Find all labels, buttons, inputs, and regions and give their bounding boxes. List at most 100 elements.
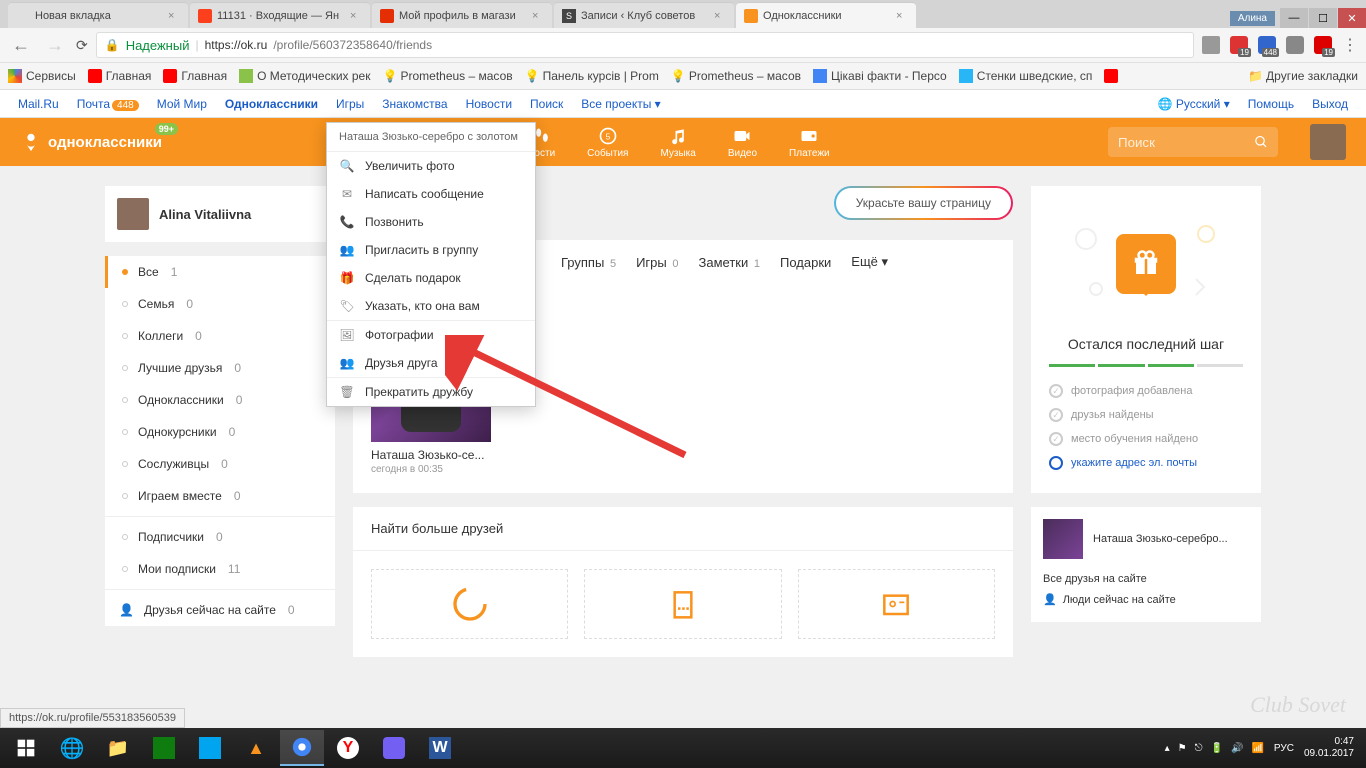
check-item-todo[interactable]: укажите адрес эл. почты bbox=[1049, 451, 1243, 475]
ctx-message[interactable]: ✉Написать сообщение bbox=[327, 180, 535, 208]
tab-notes[interactable]: Заметки 1 bbox=[699, 255, 760, 270]
filter-coworkers[interactable]: Сослуживцы 0 bbox=[105, 448, 335, 480]
bookmark-item[interactable]: 💡Prometheus – масов bbox=[671, 69, 801, 83]
filter-best[interactable]: Лучшие друзья 0 bbox=[105, 352, 335, 384]
find-box[interactable] bbox=[584, 569, 781, 639]
reload-button[interactable]: ⟳ bbox=[76, 37, 88, 54]
tray-language[interactable]: РУС bbox=[1274, 743, 1294, 754]
browser-tab[interactable]: Мой профиль в магази× bbox=[372, 2, 552, 28]
search-input[interactable] bbox=[1118, 135, 1254, 150]
maximize-button[interactable]: ☐ bbox=[1309, 8, 1337, 28]
tab-groups[interactable]: Группы 5 bbox=[561, 255, 616, 270]
minimize-button[interactable]: — bbox=[1280, 8, 1308, 28]
bookmark-item[interactable]: 💡Prometheus – масов bbox=[382, 69, 512, 83]
bookmark-item[interactable]: Главная bbox=[88, 69, 152, 83]
taskbar-ie[interactable]: 🌐 bbox=[50, 730, 94, 766]
close-icon[interactable]: × bbox=[532, 10, 544, 22]
tray-icon[interactable]: ⚑ bbox=[1178, 743, 1187, 754]
tab-games[interactable]: Игры 0 bbox=[636, 255, 678, 270]
url-field[interactable]: 🔒 Надежный | https://ok.ru/profile/56037… bbox=[96, 32, 1194, 58]
nav-music[interactable]: Музыка bbox=[644, 122, 711, 163]
adblock-icon[interactable]: 19 bbox=[1314, 36, 1332, 54]
taskbar-word[interactable]: W bbox=[418, 730, 462, 766]
profile-card[interactable]: Alina Vitaliivna bbox=[105, 186, 335, 242]
feed-link[interactable]: Все друзья на сайте bbox=[1043, 569, 1249, 589]
ctx-gift[interactable]: 🎁Сделать подарок bbox=[327, 264, 535, 292]
tab-more[interactable]: Ещё ▾ bbox=[851, 254, 888, 270]
bookmark-item[interactable]: Цікаві факти - Персо bbox=[813, 69, 947, 83]
mailru-link[interactable]: Знакомства bbox=[382, 97, 447, 111]
mailru-link[interactable]: Мой Мир bbox=[157, 97, 207, 111]
close-icon[interactable]: × bbox=[168, 10, 180, 22]
apps-button[interactable]: Сервисы bbox=[8, 69, 76, 83]
other-bookmarks[interactable]: 📁Другие закладки bbox=[1248, 69, 1358, 83]
filter-family[interactable]: Семья 0 bbox=[105, 288, 335, 320]
ok-logo[interactable]: одноклассники 99+ bbox=[20, 131, 162, 153]
tab-gifts[interactable]: Подарки bbox=[780, 255, 831, 270]
taskbar-chrome[interactable] bbox=[280, 730, 324, 766]
find-box[interactable] bbox=[798, 569, 995, 639]
ctx-tag[interactable]: 🏷Указать, кто она вам bbox=[327, 292, 535, 320]
close-icon[interactable]: × bbox=[714, 10, 726, 22]
nav-events[interactable]: 5События bbox=[571, 122, 644, 163]
back-button[interactable]: ← bbox=[8, 35, 34, 56]
filter-online[interactable]: 👤Друзья сейчас на сайте 0 bbox=[105, 594, 335, 626]
taskbar-vlc[interactable]: ▲ bbox=[234, 730, 278, 766]
exit-link[interactable]: Выход bbox=[1312, 97, 1348, 111]
filter-colleagues[interactable]: Коллеги 0 bbox=[105, 320, 335, 352]
bookmark-item[interactable] bbox=[1104, 69, 1118, 83]
taskbar-yandex[interactable]: Y bbox=[326, 730, 370, 766]
tray-clock[interactable]: 0:47 09.01.2017 bbox=[1304, 736, 1354, 760]
feed-link[interactable]: 👤Люди сейчас на сайте bbox=[1043, 589, 1249, 610]
tray-battery-icon[interactable]: 🔋 bbox=[1211, 743, 1223, 754]
decorate-button[interactable]: Украсьте вашу страницу bbox=[834, 186, 1013, 220]
browser-tab[interactable]: SЗаписи ‹ Клуб советов× bbox=[554, 2, 734, 28]
feed-friend[interactable]: Наташа Зюзько-серебро... bbox=[1043, 519, 1249, 559]
browser-tab[interactable]: 11131 · Входящие — Ян× bbox=[190, 2, 370, 28]
taskbar-viber[interactable] bbox=[372, 730, 416, 766]
browser-tab[interactable]: Новая вкладка× bbox=[8, 2, 188, 28]
mailru-link[interactable]: Почта448 bbox=[77, 97, 139, 111]
menu-icon[interactable]: ⋮ bbox=[1342, 35, 1358, 55]
extension-icon[interactable] bbox=[1286, 36, 1304, 54]
extension-icon[interactable]: 19 bbox=[1230, 36, 1248, 54]
close-icon[interactable]: × bbox=[350, 10, 362, 22]
mailru-link-active[interactable]: Одноклассники bbox=[225, 97, 318, 111]
tray-volume-icon[interactable]: 🔊 bbox=[1231, 743, 1243, 754]
bookmark-item[interactable]: Стенки шведские, сп bbox=[959, 69, 1093, 83]
nav-payments[interactable]: Платежи bbox=[773, 122, 846, 163]
mailru-link[interactable]: Mail.Ru bbox=[18, 97, 59, 111]
forward-button[interactable]: → bbox=[42, 35, 68, 56]
extension-icon[interactable] bbox=[1202, 36, 1220, 54]
tray-network-icon[interactable]: 📶 bbox=[1251, 743, 1263, 754]
help-link[interactable]: Помощь bbox=[1248, 97, 1294, 111]
mailru-link[interactable]: Поиск bbox=[530, 97, 563, 111]
taskbar-store[interactable] bbox=[142, 730, 186, 766]
ctx-photos[interactable]: 🖼Фотографии bbox=[327, 321, 535, 349]
bookmark-item[interactable]: Главная bbox=[163, 69, 227, 83]
ctx-zoom-photo[interactable]: 🔍Увеличить фото bbox=[327, 152, 535, 180]
taskbar-explorer[interactable]: 📁 bbox=[96, 730, 140, 766]
extension-icon[interactable]: 448 bbox=[1258, 36, 1276, 54]
filter-coursemates[interactable]: Однокурсники 0 bbox=[105, 416, 335, 448]
start-button[interactable] bbox=[4, 730, 48, 766]
close-button[interactable]: ✕ bbox=[1338, 8, 1366, 28]
chrome-user-badge[interactable]: Алина bbox=[1230, 11, 1275, 26]
tray-up-icon[interactable]: ▴ bbox=[1165, 743, 1170, 754]
filter-subscribers[interactable]: Подписчики 0 bbox=[105, 521, 335, 553]
mailru-link[interactable]: Игры bbox=[336, 97, 364, 111]
ctx-call[interactable]: 📞Позвонить bbox=[327, 208, 535, 236]
tray-icon[interactable]: ⎋ bbox=[1195, 743, 1203, 754]
search-box[interactable] bbox=[1108, 127, 1278, 157]
filter-classmates[interactable]: Одноклассники 0 bbox=[105, 384, 335, 416]
ctx-unfriend[interactable]: 🗑Прекратить дружбу bbox=[327, 378, 535, 406]
user-avatar[interactable] bbox=[1310, 124, 1346, 160]
nav-video[interactable]: Видео bbox=[712, 122, 773, 163]
browser-tab-active[interactable]: Одноклассники× bbox=[736, 2, 916, 28]
ctx-invite[interactable]: 👥Пригласить в группу bbox=[327, 236, 535, 264]
close-icon[interactable]: × bbox=[896, 10, 908, 22]
filter-all[interactable]: Все 1 bbox=[105, 256, 335, 288]
ctx-friends-of[interactable]: 👥Друзья друга bbox=[327, 349, 535, 377]
filter-gaming[interactable]: Играем вместе 0 bbox=[105, 480, 335, 512]
mailru-link[interactable]: Новости bbox=[466, 97, 512, 111]
